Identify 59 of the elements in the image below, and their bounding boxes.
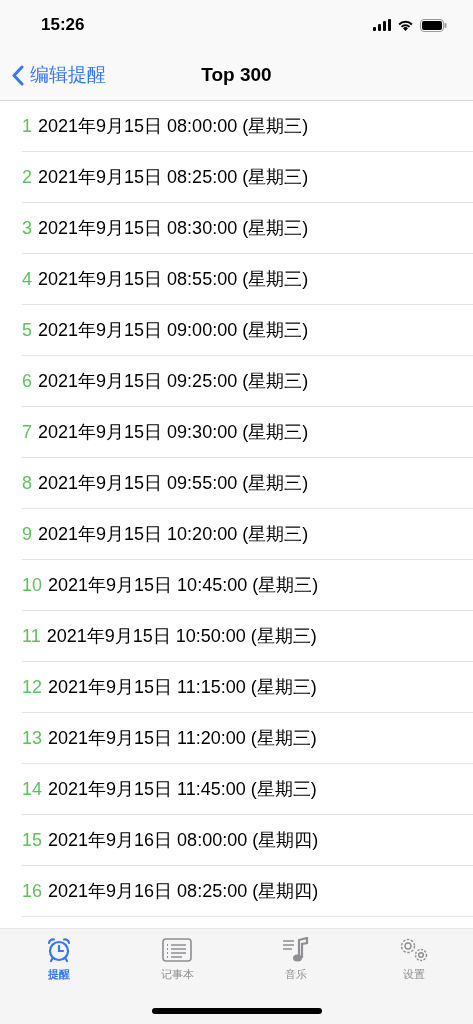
reminder-datetime: 2021年9月15日 08:30:00 (星期三) <box>38 217 309 240</box>
row-number: 15 <box>22 829 43 851</box>
reminder-row[interactable]: 5 2021年9月15日 09:00:00 (星期三) <box>22 305 473 356</box>
row-number: 7 <box>22 421 32 443</box>
row-number: 10 <box>22 574 43 596</box>
reminder-datetime: 2021年9月15日 09:30:00 (星期三) <box>38 421 309 444</box>
music-note-icon <box>281 937 310 963</box>
signal-icon <box>373 19 391 31</box>
back-button[interactable]: 编辑提醒 <box>12 50 106 100</box>
row-number: 2 <box>22 166 32 188</box>
row-number: 6 <box>22 370 32 392</box>
reminder-datetime: 2021年9月15日 08:00:00 (星期三) <box>38 115 309 138</box>
wifi-icon <box>397 19 414 31</box>
reminder-row[interactable]: 9 2021年9月15日 10:20:00 (星期三) <box>22 509 473 560</box>
reminder-datetime: 2021年9月15日 08:25:00 (星期三) <box>38 166 309 189</box>
reminder-datetime: 2021年9月15日 11:20:00 (星期三) <box>48 727 317 750</box>
reminder-row[interactable]: 12 2021年9月15日 11:15:00 (星期三) <box>22 662 473 713</box>
row-number: 14 <box>22 778 43 800</box>
reminder-datetime: 2021年9月15日 11:15:00 (星期三) <box>48 676 317 699</box>
row-number: 5 <box>22 319 32 341</box>
row-number: 3 <box>22 217 32 239</box>
reminder-datetime: 2021年9月15日 08:55:00 (星期三) <box>38 268 309 291</box>
reminder-row[interactable]: 16 2021年9月16日 08:25:00 (星期四) <box>22 866 473 917</box>
reminder-row[interactable]: 2 2021年9月15日 08:25:00 (星期三) <box>22 152 473 203</box>
status-time: 15:26 <box>41 15 85 35</box>
row-number: 16 <box>22 880 43 902</box>
list-icon <box>162 938 193 962</box>
reminder-row[interactable]: 3 2021年9月15日 08:30:00 (星期三) <box>22 203 473 254</box>
reminder-row[interactable]: 11 2021年9月15日 10:50:00 (星期三) <box>22 611 473 662</box>
reminder-datetime: 2021年9月15日 09:55:00 (星期三) <box>38 472 309 495</box>
reminder-row[interactable]: 4 2021年9月15日 08:55:00 (星期三) <box>22 254 473 305</box>
battery-icon <box>420 18 447 32</box>
reminder-row[interactable]: 10 2021年9月15日 10:45:00 (星期三) <box>22 560 473 611</box>
nav-title: Top 300 <box>201 63 272 87</box>
reminder-datetime: 2021年9月15日 10:50:00 (星期三) <box>46 625 317 648</box>
reminder-datetime: 2021年9月15日 10:20:00 (星期三) <box>38 523 309 546</box>
reminder-datetime: 2021年9月16日 08:25:00 (星期四) <box>48 880 319 903</box>
reminder-datetime: 2021年9月15日 09:25:00 (星期三) <box>38 370 309 393</box>
row-number: 4 <box>22 268 32 290</box>
row-number: 13 <box>22 727 43 749</box>
reminder-datetime: 2021年9月15日 09:00:00 (星期三) <box>38 319 309 342</box>
row-number: 11 <box>22 625 41 647</box>
back-icon <box>12 64 24 86</box>
row-number: 9 <box>22 523 32 545</box>
reminder-row[interactable]: 13 2021年9月15日 11:20:00 (星期三) <box>22 713 473 764</box>
row-number: 1 <box>22 115 32 137</box>
reminder-datetime: 2021年9月15日 11:45:00 (星期三) <box>48 778 317 801</box>
alarm-clock-icon <box>46 937 73 963</box>
reminder-row[interactable]: 8 2021年9月15日 09:55:00 (星期三) <box>22 458 473 509</box>
reminder-row[interactable]: 14 2021年9月15日 11:45:00 (星期三) <box>22 764 473 815</box>
reminder-datetime: 2021年9月16日 08:00:00 (星期四) <box>48 829 319 852</box>
row-number: 12 <box>22 676 43 698</box>
reminder-datetime: 2021年9月15日 10:45:00 (星期三) <box>48 574 319 597</box>
reminder-row[interactable]: 15 2021年9月16日 08:00:00 (星期四) <box>22 815 473 866</box>
reminder-row[interactable]: 7 2021年9月15日 09:30:00 (星期三) <box>22 407 473 458</box>
reminder-row[interactable]: 1 2021年9月15日 08:00:00 (星期三) <box>22 101 473 152</box>
row-number: 8 <box>22 472 32 494</box>
tab-bar-item[interactable]: 提醒 <box>0 935 119 985</box>
reminder-row[interactable]: 6 2021年9月15日 09:25:00 (星期三) <box>22 356 473 407</box>
